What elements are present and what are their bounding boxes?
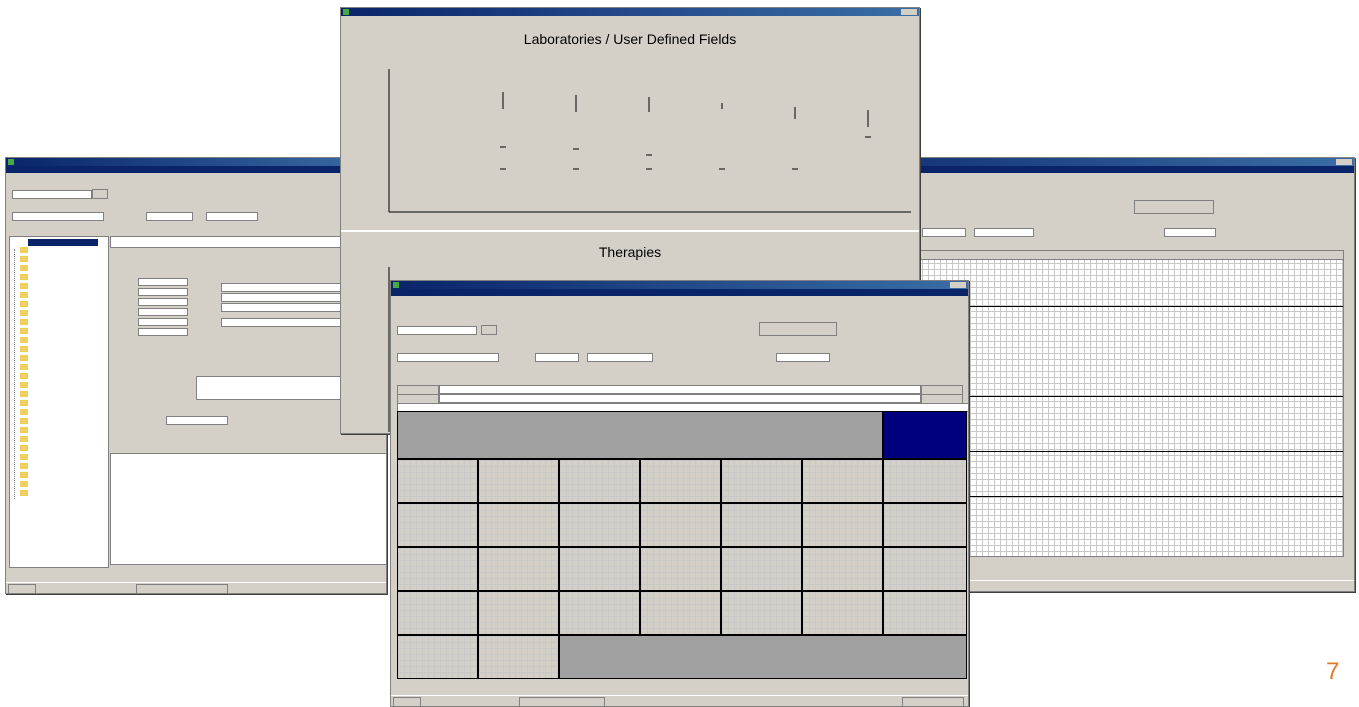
- calendar-window-subtitlebar: [391, 289, 968, 296]
- left-taskbar: [6, 582, 386, 593]
- left-name-field[interactable]: [12, 212, 104, 221]
- calendar-day-cell[interactable]: [721, 503, 802, 547]
- calendar-day-cell[interactable]: [721, 591, 802, 635]
- calendar-day-cell[interactable]: [640, 591, 721, 635]
- page-number: 7: [1326, 658, 1340, 685]
- left-hospital-grid: [196, 376, 343, 400]
- right-unit-select[interactable]: [974, 228, 1034, 237]
- calendar-day-cell[interactable]: [640, 503, 721, 547]
- calendar-menubar: [391, 296, 968, 304]
- left-detail-field-2[interactable]: [138, 288, 188, 296]
- calendar-empty-row: [559, 635, 967, 679]
- tree-guide: [14, 249, 16, 499]
- calendar-protocol-select[interactable]: [776, 353, 830, 362]
- calendar-search-input[interactable]: [397, 326, 477, 335]
- calendar-day-cell[interactable]: [478, 503, 559, 547]
- left-unit-select[interactable]: [206, 212, 258, 221]
- start-button[interactable]: [8, 584, 36, 593]
- calendar-taskbar: [391, 695, 968, 706]
- left-notes-area[interactable]: [110, 453, 386, 565]
- calendar-day-cell[interactable]: [640, 547, 721, 591]
- left-location-field[interactable]: [166, 416, 228, 425]
- left-ssn-field[interactable]: [146, 212, 193, 221]
- right-protocol-select[interactable]: [1164, 228, 1216, 237]
- tree-selected-item[interactable]: [28, 239, 98, 246]
- left-find-button[interactable]: [92, 189, 108, 199]
- calendar-day-cell[interactable]: [802, 547, 883, 591]
- app-icon: [343, 9, 349, 15]
- left-search-input[interactable]: [12, 190, 92, 199]
- tree-folder-icons: [20, 247, 28, 499]
- calendar-day-cell[interactable]: [478, 459, 559, 503]
- left-address-field-1[interactable]: [221, 283, 343, 292]
- calendar-day-cell[interactable]: [721, 547, 802, 591]
- window-controls-icon[interactable]: [950, 282, 966, 288]
- left-detail-field-5[interactable]: [138, 318, 188, 326]
- chart-labs: Laboratories / User Defined Fields: [341, 17, 919, 229]
- calendar-day-cell[interactable]: [397, 547, 478, 591]
- left-window-subtitlebar: [6, 166, 386, 173]
- left-address-field-2[interactable]: [221, 293, 343, 302]
- chart-labs-marks: [500, 92, 871, 170]
- taskbar-item[interactable]: [136, 584, 228, 593]
- year-display: [439, 385, 921, 394]
- calendar-day-cell[interactable]: [883, 503, 967, 547]
- calendar-empty-row: [397, 411, 883, 459]
- chart-window-titlebar[interactable]: [341, 8, 919, 16]
- calendar-day-cell[interactable]: [559, 591, 640, 635]
- calendar-nav: [397, 385, 963, 404]
- calendar-day-cell[interactable]: [397, 503, 478, 547]
- calendar-day-cell[interactable]: [559, 547, 640, 591]
- calendar-day-cell[interactable]: [478, 591, 559, 635]
- calendar-day-cell[interactable]: [721, 459, 802, 503]
- calendar-day-cell[interactable]: [478, 547, 559, 591]
- app-icon: [8, 159, 14, 165]
- calendar-day-cell[interactable]: [559, 459, 640, 503]
- calendar-day-cell[interactable]: [883, 459, 967, 503]
- calendar-window-titlebar[interactable]: [391, 281, 968, 289]
- calendar-day-cell[interactable]: [478, 635, 559, 679]
- calendar-name-field[interactable]: [397, 353, 499, 362]
- window-controls-icon[interactable]: [901, 9, 917, 15]
- left-address-field-4[interactable]: [221, 318, 343, 327]
- calendar-ssn-field[interactable]: [535, 353, 579, 362]
- app-icon: [393, 282, 399, 288]
- right-ssn-field[interactable]: [922, 228, 966, 237]
- calendar-day-cell[interactable]: [802, 503, 883, 547]
- calendar-day-cell[interactable]: [640, 459, 721, 503]
- calendar-day-cell[interactable]: [883, 547, 967, 591]
- window-controls-icon[interactable]: [1336, 159, 1352, 165]
- calendar-day-cell[interactable]: [559, 503, 640, 547]
- left-menubar: [6, 173, 386, 181]
- calendar-day-cell[interactable]: [397, 591, 478, 635]
- calendar-day-cell-selected[interactable]: [883, 411, 967, 459]
- calendar-window: [390, 280, 969, 707]
- left-window-titlebar[interactable]: [6, 158, 386, 166]
- left-detail-field-1[interactable]: [138, 278, 188, 286]
- calendar-day-cell[interactable]: [802, 591, 883, 635]
- calendar-day-cell[interactable]: [883, 591, 967, 635]
- month-display: [439, 394, 921, 403]
- calendar-unit-select[interactable]: [587, 353, 653, 362]
- calendar-day-cell[interactable]: [397, 635, 478, 679]
- left-detail-field-4[interactable]: [138, 308, 188, 316]
- left-tree-panel: [9, 236, 109, 568]
- calendar-grid: [397, 411, 967, 691]
- calendar-day-cell[interactable]: [802, 459, 883, 503]
- left-address-field-3[interactable]: [221, 303, 343, 312]
- calendar-check-in-button[interactable]: [759, 322, 837, 336]
- right-check-in-button[interactable]: [1134, 200, 1214, 214]
- left-detail-field-6[interactable]: [138, 328, 188, 336]
- left-app-window: [5, 157, 387, 594]
- chart-labs-plot: [388, 69, 911, 213]
- calendar-find-button[interactable]: [481, 325, 497, 335]
- left-detail-field-3[interactable]: [138, 298, 188, 306]
- calendar-day-cell[interactable]: [397, 459, 478, 503]
